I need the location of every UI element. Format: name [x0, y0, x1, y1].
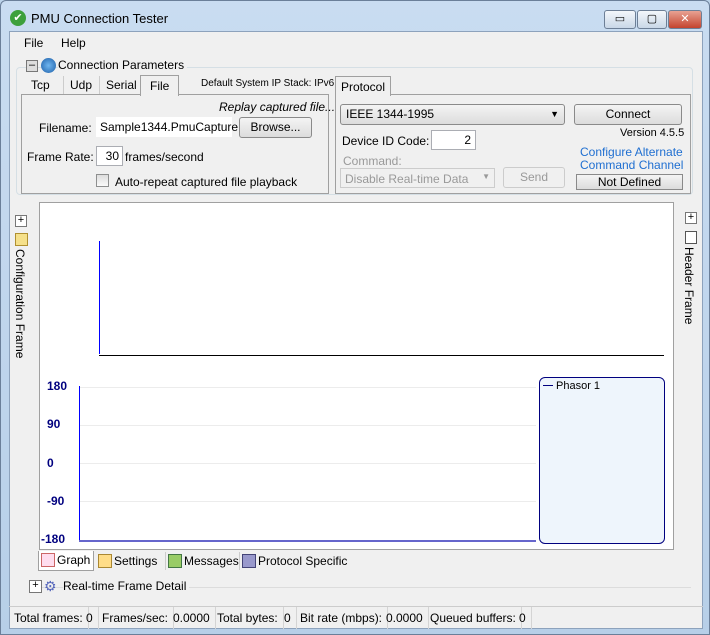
app-window: ✔ PMU Connection Tester ▭ ▢ ✕ File Help …	[0, 0, 710, 635]
minimize-button[interactable]: ▭	[604, 10, 636, 29]
app-check-icon: ✔	[10, 10, 26, 26]
tab-udp[interactable]: Udp	[63, 76, 98, 95]
send-button[interactable]: Send	[503, 167, 565, 188]
status-bitrate-label: Bit rate (mbps):	[295, 607, 389, 629]
settings-icon	[98, 554, 112, 568]
gridline	[80, 463, 536, 464]
tab-serial[interactable]: Serial	[99, 76, 143, 95]
graph-icon	[41, 553, 55, 567]
chevron-down-icon: ▼	[482, 172, 490, 181]
gears-icon: ⚙	[44, 578, 57, 594]
legend	[539, 377, 665, 544]
frequency-axis	[99, 355, 664, 356]
tab-label: Protocol Specific	[258, 554, 348, 568]
collapse-icon[interactable]: –	[26, 60, 38, 72]
gridline	[80, 425, 536, 426]
command-select[interactable]: Disable Real-time Data ▼	[340, 168, 495, 188]
status-fps: 0.0000	[168, 607, 216, 629]
realtime-detail-label: Real-time Frame Detail	[63, 579, 190, 593]
phase-axis	[79, 386, 80, 541]
gridline	[80, 501, 536, 502]
tab-messages[interactable]: Messages	[165, 552, 239, 570]
auto-repeat-checkbox[interactable]	[96, 174, 109, 187]
auto-repeat-label: Auto-repeat captured file playback	[115, 175, 298, 189]
gridline	[80, 387, 536, 388]
y-tick: -90	[47, 494, 65, 508]
tab-label: Graph	[57, 553, 91, 567]
legend-swatch	[543, 385, 553, 386]
tab-protocol[interactable]: Protocol	[335, 76, 392, 96]
frame-rate-input[interactable]: 30	[96, 146, 123, 166]
status-bitrate: 0.0000	[381, 607, 429, 629]
frame-rate-unit: frames/second	[125, 150, 204, 164]
configure-alternate-link[interactable]: Configure Alternate Command Channel	[580, 146, 690, 172]
protocol-specific-icon	[242, 554, 256, 568]
alt-channel-value: Not Defined	[576, 174, 683, 190]
expand-detail-icon[interactable]: +	[29, 580, 42, 593]
status-fps-label: Frames/sec:	[97, 607, 175, 629]
close-button[interactable]: ✕	[668, 10, 702, 29]
frame-rate-label: Frame Rate:	[27, 150, 94, 164]
status-queued: 0	[514, 607, 532, 629]
y-tick: 180	[47, 379, 68, 393]
tab-protocol-specific[interactable]: Protocol Specific	[239, 552, 347, 570]
header-frame-label[interactable]: Header Frame	[682, 247, 696, 324]
menu-help[interactable]: Help	[61, 36, 86, 50]
status-queued-label: Queued buffers:	[425, 607, 522, 629]
device-id-input[interactable]: 2	[431, 130, 476, 150]
window-title: PMU Connection Tester	[31, 11, 169, 26]
messages-icon	[168, 554, 182, 568]
expand-config-icon[interactable]: +	[15, 215, 27, 227]
phase-x-axis	[79, 540, 536, 542]
tab-settings[interactable]: Settings	[98, 552, 157, 570]
menu-file[interactable]: File	[24, 36, 43, 50]
command-label: Command:	[343, 154, 402, 168]
maximize-button[interactable]: ▢	[637, 10, 667, 29]
protocol-select[interactable]: IEEE 1344-1995 ▼	[340, 104, 565, 125]
globe-icon	[41, 58, 56, 73]
y-tick: -180	[41, 532, 66, 546]
tab-graph[interactable]: Graph	[38, 551, 94, 571]
y-tick: 90	[47, 417, 61, 431]
chevron-down-icon: ▼	[550, 109, 559, 119]
browse-button[interactable]: Browse...	[239, 117, 312, 138]
connection-group-label: Connection Parameters	[58, 58, 188, 72]
status-total-frames-label: Total frames:	[9, 607, 89, 629]
status-bytes-label: Total bytes:	[212, 607, 284, 629]
connect-button[interactable]: Connect	[574, 104, 682, 125]
tab-tcp[interactable]: Tcp	[25, 76, 56, 95]
version-label: Version 4.5.5	[620, 127, 685, 139]
configuration-frame-label[interactable]: Configuration Frame	[13, 249, 27, 358]
filename-input[interactable]: Sample1344.PmuCapture	[96, 117, 238, 137]
filename-label: Filename:	[39, 121, 92, 135]
y-tick: 0	[47, 456, 54, 470]
config-icon	[15, 233, 28, 246]
protocol-value: IEEE 1344-1995	[346, 107, 435, 121]
ip-stack-label: Default System IP Stack: IPv6	[201, 78, 335, 89]
replay-hint: Replay captured file...	[219, 100, 336, 114]
frequency-series	[99, 241, 100, 354]
legend-item: Phasor 1	[556, 380, 601, 392]
tab-file[interactable]: File	[140, 75, 180, 96]
device-id-label: Device ID Code:	[342, 134, 430, 148]
document-icon	[685, 231, 697, 244]
expand-header-icon[interactable]: +	[685, 212, 697, 224]
tab-label: Settings	[114, 554, 158, 568]
tab-label: Messages	[184, 554, 239, 568]
command-value: Disable Real-time Data	[345, 172, 469, 186]
